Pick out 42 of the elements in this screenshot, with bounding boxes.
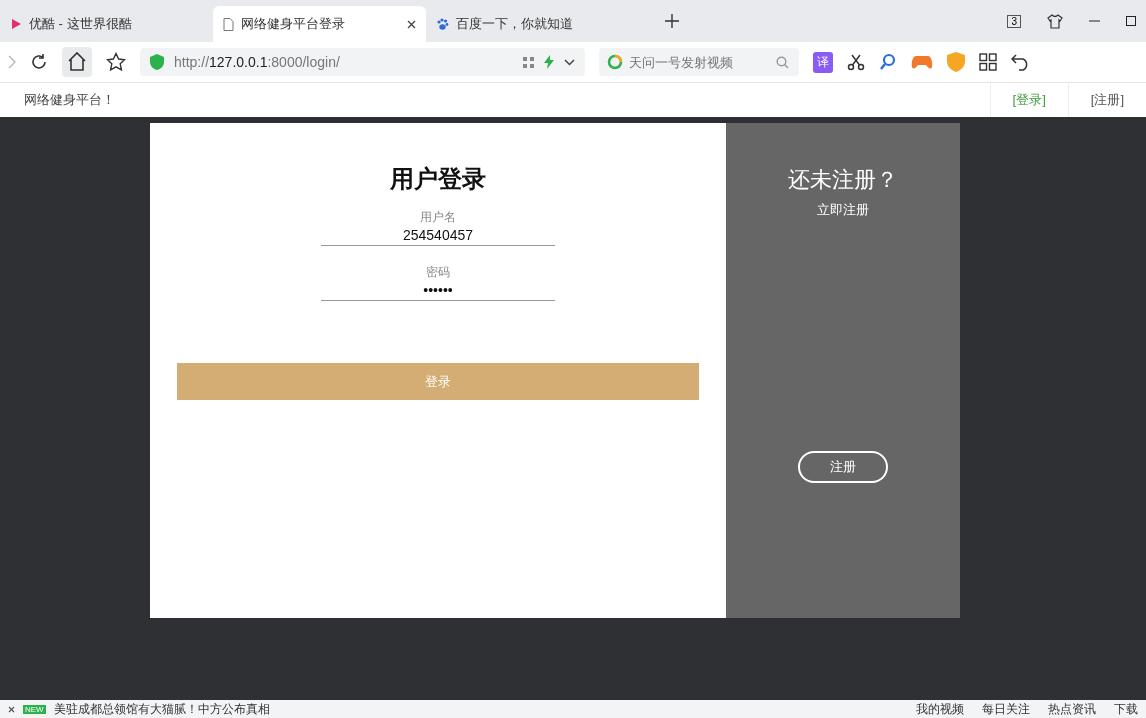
new-tab-icon[interactable] [665, 14, 679, 28]
qr-code-icon[interactable] [523, 56, 534, 68]
new-badge: NEW [23, 704, 46, 714]
star-icon[interactable] [106, 52, 126, 72]
ring-logo-icon [607, 54, 623, 70]
maximize-icon[interactable] [1126, 16, 1136, 26]
status-item[interactable]: 下载 [1114, 700, 1138, 718]
tab-count-badge[interactable]: 3 [1007, 14, 1021, 28]
shield-icon [150, 54, 164, 70]
status-item[interactable]: 热点资讯 [1048, 700, 1096, 718]
register-subtitle: 立即注册 [817, 201, 869, 219]
magnifier-icon[interactable] [879, 53, 897, 71]
reload-icon[interactable] [30, 53, 48, 71]
grid-icon[interactable] [979, 53, 997, 71]
search-icon[interactable] [776, 56, 789, 69]
login-title: 用户登录 [390, 164, 486, 194]
status-item[interactable]: 每日关注 [982, 700, 1030, 718]
translate-button[interactable]: 译 [813, 51, 833, 73]
play-logo-icon [10, 18, 22, 30]
address-field[interactable]: http://127.0.0.1:8000/login/ [140, 48, 585, 76]
close-icon[interactable] [8, 705, 15, 713]
register-title: 还未注册？ [788, 166, 898, 194]
search-field[interactable]: 天问一号发射视频 [599, 48, 799, 76]
header-link[interactable]: [登录] [989, 83, 1068, 117]
shirt-icon[interactable] [1047, 13, 1063, 29]
status-item[interactable]: 我的视频 [916, 700, 964, 718]
close-icon[interactable] [407, 19, 416, 29]
page-icon [223, 17, 234, 31]
paw-icon [436, 17, 449, 31]
site-title: 网络健身平台！ [24, 91, 115, 109]
gamepad-icon[interactable] [911, 54, 933, 70]
home-icon[interactable] [62, 47, 92, 77]
field-label: 用户名 [420, 209, 456, 226]
register-button[interactable]: 注册 [798, 451, 888, 483]
scissors-icon[interactable] [847, 53, 865, 71]
browser-tab[interactable]: 网络健身平台登录 [213, 6, 426, 42]
news-headline[interactable]: 美驻成都总领馆有大猫腻！中方公布真相 [53, 700, 270, 718]
field-label: 密码 [426, 264, 450, 281]
browser-tab[interactable]: 百度一下，你就知道 [426, 6, 639, 42]
browser-tab[interactable]: 优酷 - 这世界很酷 [0, 6, 213, 42]
caret-icon[interactable] [564, 58, 575, 66]
header-link[interactable]: [注册] [1067, 83, 1146, 117]
